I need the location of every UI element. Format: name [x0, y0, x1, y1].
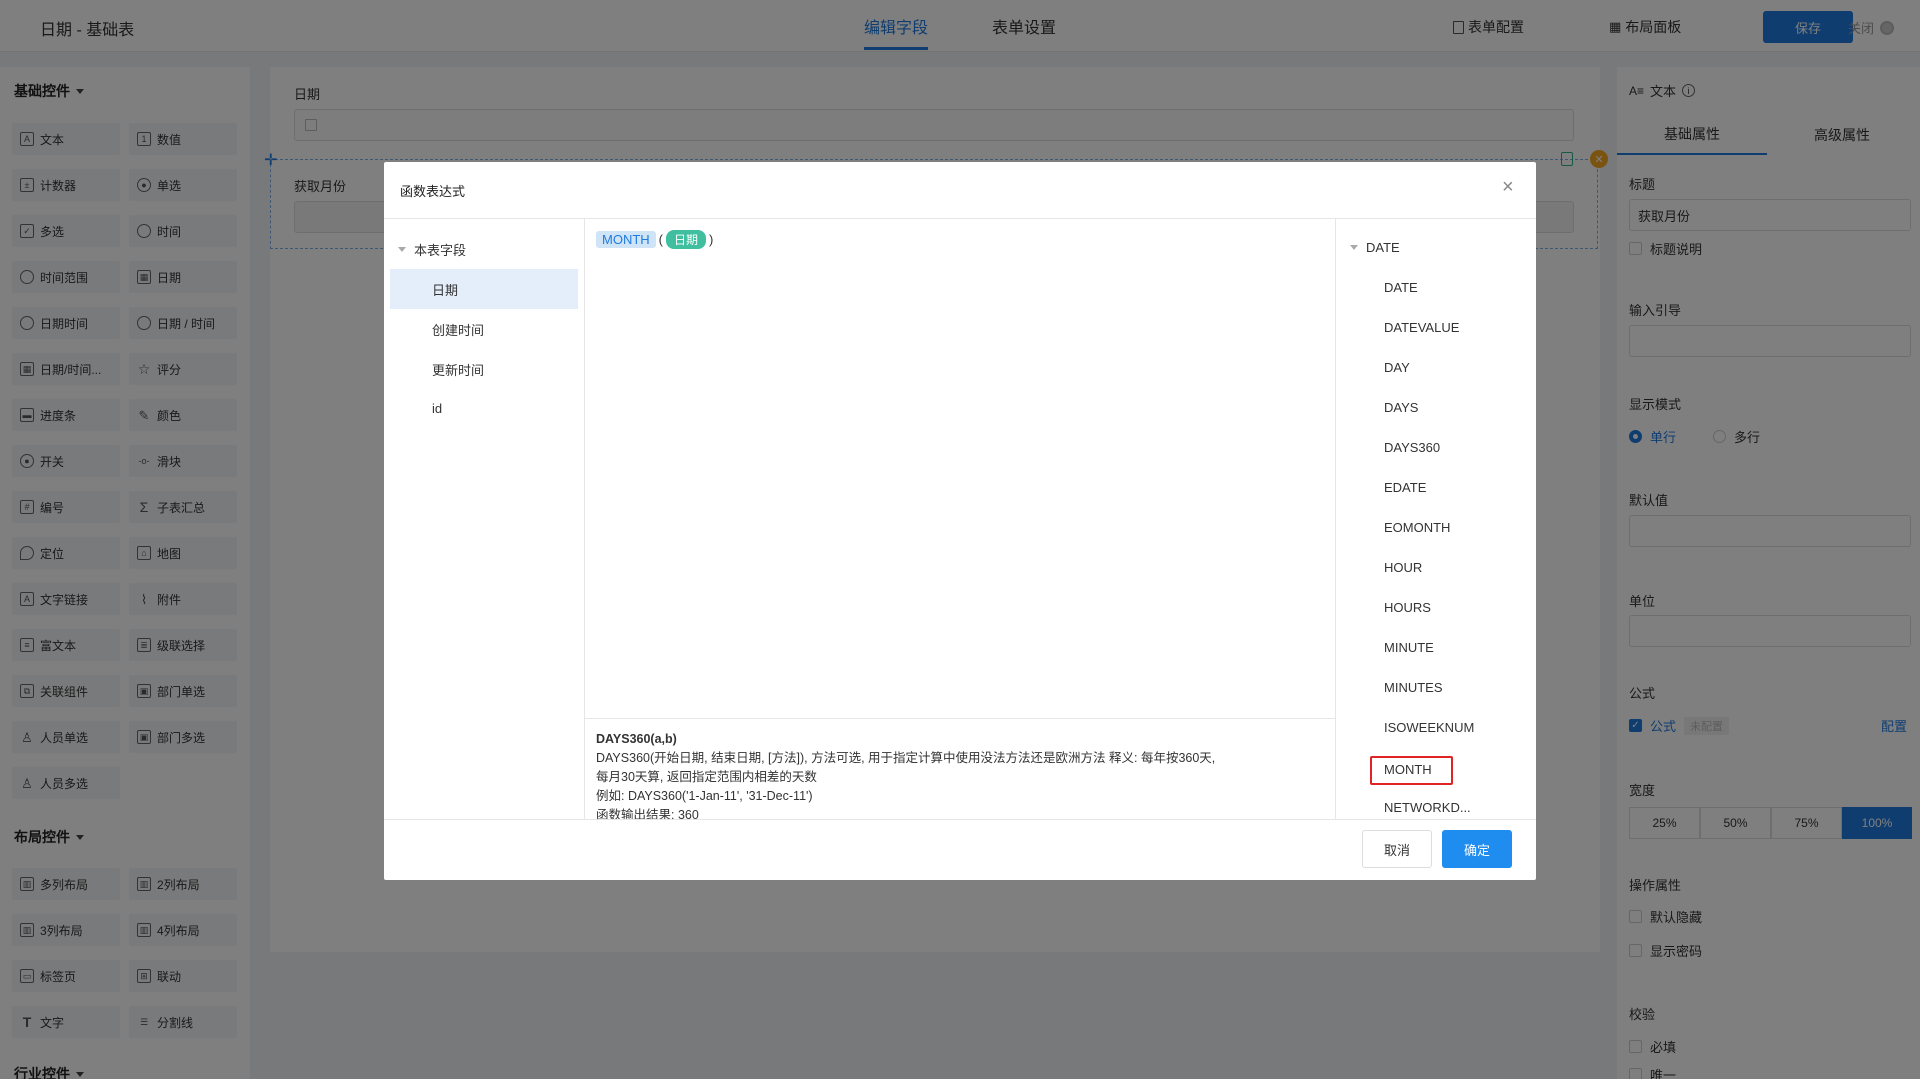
fn-item[interactable]: DAYS [1384, 400, 1418, 415]
open-paren: ( [658, 232, 664, 247]
fn-item[interactable]: MINUTES [1384, 680, 1443, 695]
tree-item-id[interactable]: id [390, 388, 578, 428]
cancel-button[interactable]: 取消 [1362, 830, 1432, 868]
caret-down-icon [398, 247, 406, 252]
tree-item-updated[interactable]: 更新时间 [390, 349, 578, 389]
function-expression-dialog: 函数表达式 × 本表字段 日期 创建时间 更新时间 id MONTH ( 日期 … [384, 162, 1536, 880]
month-highlight-box [1370, 756, 1453, 785]
function-category-label: DATE [1366, 240, 1400, 255]
description-line: 每月30天算, 返回指定范围内相差的天数 [596, 770, 817, 784]
fn-item[interactable]: MINUTE [1384, 640, 1434, 655]
description-function-name: DAYS360(a,b) [596, 732, 677, 746]
expression-content: MONTH ( 日期 ) [596, 230, 713, 249]
divider [384, 819, 1536, 820]
fn-item[interactable]: DAY [1384, 360, 1410, 375]
fn-item[interactable]: HOUR [1384, 560, 1422, 575]
expression-editor[interactable] [585, 219, 1335, 719]
confirm-button[interactable]: 确定 [1442, 830, 1512, 868]
close-icon[interactable]: × [1502, 176, 1514, 199]
description-line: DAYS360(开始日期, 结束日期, [方法]), 方法可选, 用于指定计算中… [596, 751, 1216, 765]
fn-item[interactable]: EDATE [1384, 480, 1426, 495]
fn-item[interactable]: DAYS360 [1384, 440, 1440, 455]
field-tree-root-label: 本表字段 [414, 243, 467, 258]
fn-item[interactable]: HOURS [1384, 600, 1431, 615]
divider [1335, 219, 1336, 819]
fn-item[interactable]: DATEVALUE [1384, 320, 1459, 335]
fn-item[interactable]: EOMONTH [1384, 520, 1450, 535]
tree-item-date[interactable]: 日期 [390, 269, 578, 309]
fn-item[interactable]: DATE [1384, 280, 1418, 295]
description-result: 函数输出结果: 360 [596, 808, 699, 820]
caret-down-icon [1350, 245, 1358, 250]
divider [585, 718, 1335, 719]
function-description: DAYS360(a,b) DAYS360(开始日期, 结束日期, [方法]), … [596, 730, 1316, 820]
tree-item-created[interactable]: 创建时间 [390, 309, 578, 349]
fn-item[interactable]: ISOWEEKNUM [1384, 720, 1474, 735]
fn-item[interactable]: NETWORKD... [1384, 800, 1471, 815]
description-example: 例如: DAYS360('1-Jan-11', '31-Dec-11') [596, 789, 813, 803]
field-token[interactable]: 日期 [666, 230, 707, 249]
function-category-date[interactable]: DATE [1350, 240, 1400, 255]
close-paren: ) [709, 232, 714, 247]
function-token[interactable]: MONTH [596, 231, 656, 248]
field-tree-root[interactable]: 本表字段 [398, 240, 466, 259]
dialog-title: 函数表达式 [400, 184, 466, 199]
